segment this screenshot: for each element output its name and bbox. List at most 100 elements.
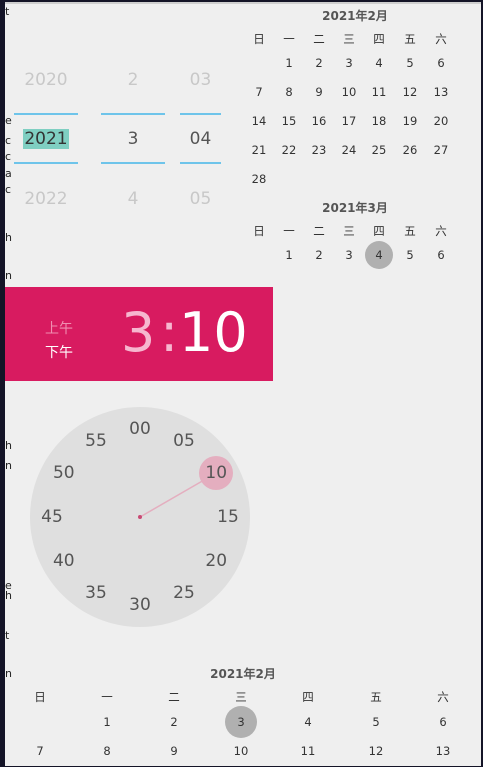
edge-char: c [5,134,12,147]
day-next[interactable]: 05 [180,189,221,209]
calendar-day[interactable]: 7 [245,78,273,106]
weekday-label: 五 [404,224,416,238]
year-picker[interactable]: 2020 2021 2022 [14,62,78,209]
calendar-day[interactable]: 6 [427,49,455,77]
year-prev[interactable]: 2020 [14,70,78,90]
weekday-label: 五 [370,690,382,704]
clock-number[interactable]: 45 [35,505,69,529]
calendar-day[interactable]: 23 [305,136,333,164]
calendar-day[interactable]: 14 [245,107,273,135]
calendar-day[interactable]: 5 [360,706,392,738]
calendar-day[interactable]: 28 [245,165,273,193]
weekday-label: 日 [253,224,265,238]
edge-char: a [5,167,12,180]
edge-char: e [5,114,12,127]
clock-number[interactable]: 10 [199,461,233,485]
mar-title: 2021年3月 [322,201,388,215]
calendar-day[interactable]: 10 [225,735,257,766]
month-picker[interactable]: 2 3 4 [101,62,165,209]
day-prev[interactable]: 03 [180,70,221,90]
calendar-day[interactable]: 12 [396,78,424,106]
clock-number[interactable]: 30 [123,593,157,617]
calendar-day[interactable]: 22 [275,136,303,164]
clock-number[interactable]: 20 [199,549,233,573]
calendar-day[interactable]: 1 [275,241,303,269]
weekday-label: 日 [253,32,265,46]
calendar-day[interactable]: 20 [427,107,455,135]
bottom-cal-title: 2021年2月 [210,667,276,681]
weekday-label: 四 [302,690,314,704]
calendar-day[interactable]: 3 [335,241,363,269]
calendar-day[interactable]: 18 [365,107,393,135]
weekday-label: 二 [168,690,180,704]
calendar-day[interactable]: 2 [305,241,333,269]
weekday-label: 六 [437,690,449,704]
calendar-day[interactable]: 4 [365,49,393,77]
calendar-day[interactable]: 2 [158,706,190,738]
calendar-day[interactable]: 25 [365,136,393,164]
calendar-day[interactable]: 19 [396,107,424,135]
year-selected[interactable]: 2021 [14,129,78,149]
month-next[interactable]: 4 [101,189,165,209]
clock-number[interactable]: 15 [211,505,245,529]
calendar-day[interactable]: 3 [335,49,363,77]
calendar-day[interactable]: 9 [305,78,333,106]
clock-number[interactable]: 25 [167,581,201,605]
am-label[interactable]: 上午 [45,318,73,338]
minute-display[interactable]: 10 [179,303,248,363]
calendar-day[interactable]: 2 [305,49,333,77]
calendar-day[interactable]: 4 [292,706,324,738]
calendar-day[interactable]: 7 [24,735,56,766]
weekday-label: 一 [283,32,295,46]
calendar-day[interactable]: 13 [427,735,459,766]
clock-number[interactable]: 50 [47,461,81,485]
clock-number[interactable]: 55 [79,429,113,453]
calendar-day[interactable]: 11 [365,78,393,106]
calendar-day[interactable]: 13 [427,78,455,106]
picker-divider [180,113,221,115]
calendar-day[interactable]: 10 [335,78,363,106]
calendar-day[interactable]: 8 [275,78,303,106]
calendar-day[interactable]: 16 [305,107,333,135]
clock-face[interactable]: 00 05 10 15 20 25 30 35 40 45 50 55 [30,407,250,627]
calendar-day[interactable]: 12 [360,735,392,766]
calendar-day[interactable]: 9 [158,735,190,766]
edge-char: t [5,5,10,18]
picker-divider [101,113,165,115]
calendar-day[interactable]: 1 [275,49,303,77]
weekday-label: 三 [235,690,247,704]
clock-number[interactable]: 00 [123,417,157,441]
calendar-day[interactable]: 11 [292,735,324,766]
edge-char: n [5,269,12,282]
calendar-day[interactable]: 26 [396,136,424,164]
calendar-day[interactable]: 1 [91,706,123,738]
calendar-day[interactable]: 21 [245,136,273,164]
hour-display[interactable]: 3 [121,303,155,363]
calendar-day[interactable]: 27 [427,136,455,164]
clock-number[interactable]: 05 [167,429,201,453]
edge-char: h [5,231,12,244]
calendar-day[interactable]: 5 [396,49,424,77]
month-selected[interactable]: 3 [101,129,165,149]
calendar-day[interactable]: 5 [396,241,424,269]
calendar-day[interactable]: 6 [427,241,455,269]
month-prev[interactable]: 2 [101,70,165,90]
year-next[interactable]: 2022 [14,189,78,209]
selected-day[interactable]: 3 [225,706,257,738]
clock-number[interactable]: 35 [79,581,113,605]
day-selected[interactable]: 04 [180,129,221,149]
day-picker[interactable]: 03 04 05 [180,62,221,209]
year-selected-text[interactable]: 2021 [23,129,69,149]
weekday-label: 日 [34,690,46,704]
selected-day[interactable]: 4 [365,241,393,269]
calendar-day[interactable]: 17 [335,107,363,135]
picker-divider [101,162,165,164]
app-screen: teccachnnhnehtn 2020 2021 2022 2 3 4 03 … [5,2,481,766]
edge-char: t [5,629,10,642]
pm-label[interactable]: 下午 [45,342,73,362]
calendar-day[interactable]: 8 [91,735,123,766]
calendar-day[interactable]: 24 [335,136,363,164]
calendar-day[interactable]: 6 [427,706,459,738]
clock-number[interactable]: 40 [47,549,81,573]
calendar-day[interactable]: 15 [275,107,303,135]
